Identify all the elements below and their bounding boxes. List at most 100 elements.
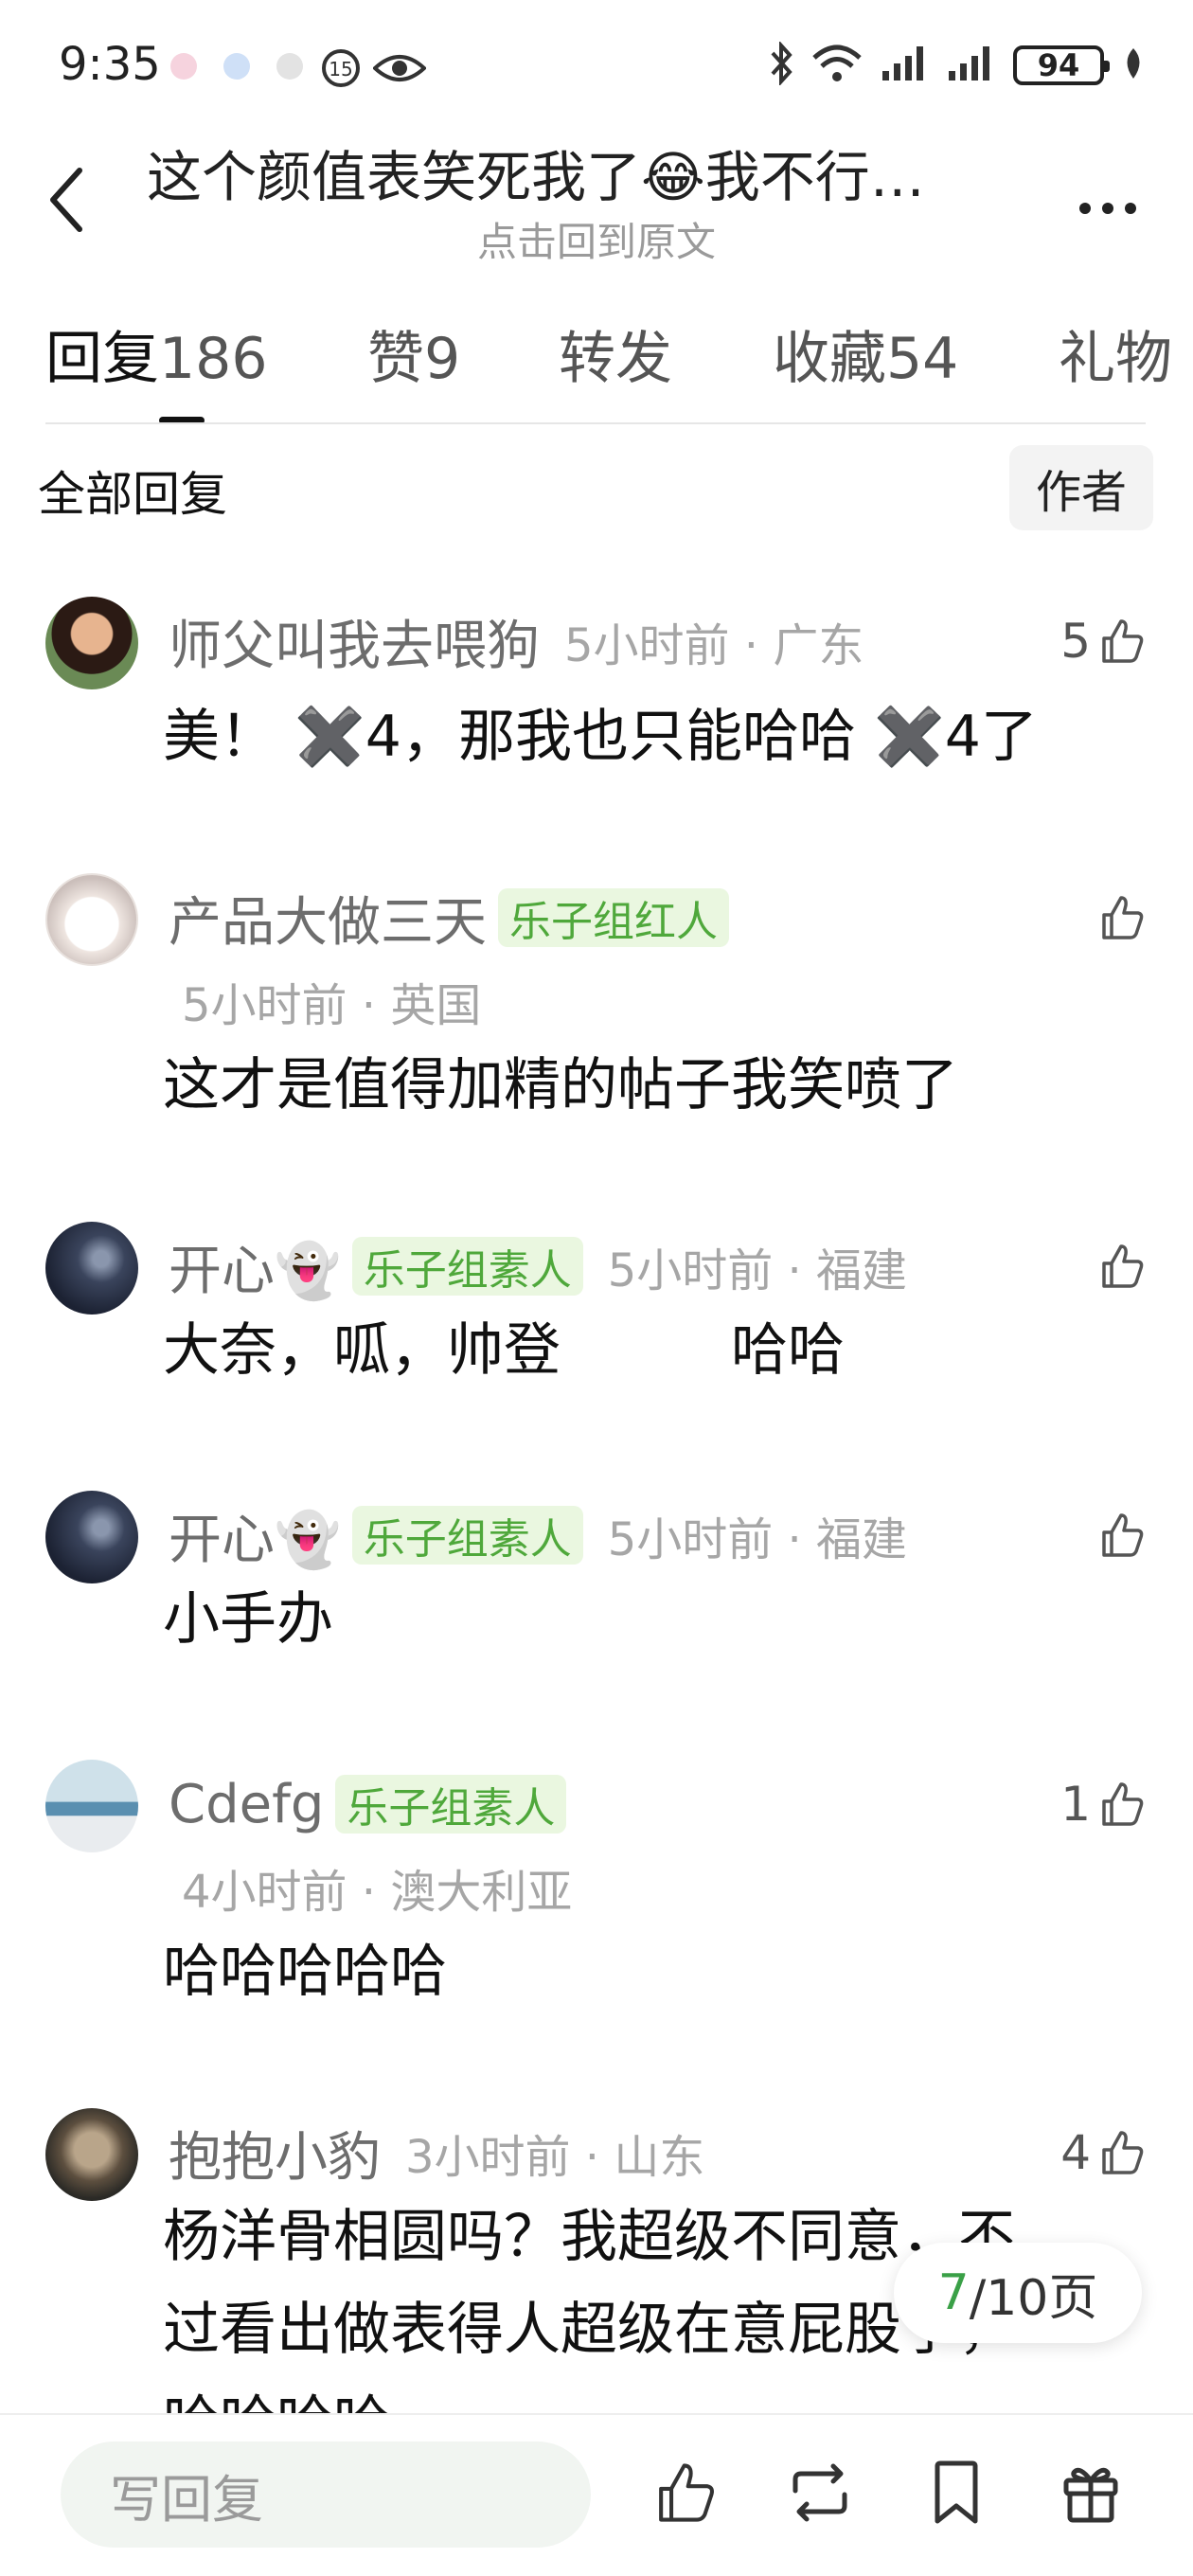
tab-count: 9 xyxy=(424,326,461,392)
tab-count: 186 xyxy=(159,326,268,392)
like-post-button[interactable] xyxy=(648,2455,723,2531)
signal-icon-1 xyxy=(881,45,930,86)
tab-count: 54 xyxy=(886,326,959,392)
username[interactable]: 师父叫我去喂狗 xyxy=(169,603,540,680)
bookmark-icon xyxy=(935,2460,978,2524)
avatar[interactable] xyxy=(45,873,138,966)
gift-button[interactable] xyxy=(1053,2455,1129,2531)
like-count: 1 xyxy=(1060,1777,1091,1832)
tab-favorites[interactable]: 收藏54 xyxy=(773,313,958,395)
more-options-button[interactable] xyxy=(1060,170,1155,246)
like-button[interactable]: 1 xyxy=(1060,1771,1146,1837)
tab-gifts[interactable]: 礼物 xyxy=(1059,313,1172,395)
tab-label: 礼物 xyxy=(1059,326,1172,392)
notification-icon-app2 xyxy=(223,53,250,80)
like-count: 5 xyxy=(1060,614,1091,669)
avatar[interactable] xyxy=(45,1491,138,1583)
status-time: 9:35 xyxy=(59,38,161,91)
svg-text:15: 15 xyxy=(329,58,352,80)
comment-header: 师父叫我去喂狗 5小时前 · 广东 xyxy=(169,608,864,677)
tab-label: 赞 xyxy=(367,326,424,392)
notification-icon-app3 xyxy=(276,53,303,80)
avatar[interactable] xyxy=(45,1222,138,1315)
thumbs-up-icon xyxy=(1102,619,1144,663)
thumbs-up-icon xyxy=(1102,1782,1144,1826)
tab-replies[interactable]: 回复186 xyxy=(45,313,268,395)
eye-icon xyxy=(372,49,427,91)
like-button[interactable] xyxy=(1098,1502,1146,1568)
dot xyxy=(1102,203,1113,214)
username[interactable]: Cdefg xyxy=(169,1774,324,1835)
tab-likes[interactable]: 赞9 xyxy=(367,313,460,395)
comment-header: 抱抱小豹 3小时前 · 山东 xyxy=(169,2120,705,2189)
top-nav: 这个颜值表笑死我了😂我不行… 点击回到原文 xyxy=(0,123,1193,275)
post-title[interactable]: 这个颜值表笑死我了😂我不行… xyxy=(147,133,999,212)
username[interactable]: 开心👻 xyxy=(169,1497,341,1574)
author-filter-button[interactable]: 作者 xyxy=(1009,445,1153,530)
like-button[interactable] xyxy=(1098,1233,1146,1299)
leaf-icon xyxy=(1121,46,1146,84)
status-right: 94 xyxy=(769,40,1146,89)
comment-header: 开心👻 乐子组素人 5小时前 · 福建 xyxy=(169,1502,908,1571)
user-badge: 乐子组素人 xyxy=(351,1237,583,1296)
notification-icon-app1 xyxy=(170,53,197,80)
comment-meta: 3小时前 · 山东 xyxy=(405,2131,705,2184)
comment-text: 大奈，呱，帅登 哈哈 xyxy=(163,1317,845,1384)
comment-text: 这才是值得加精的帖子我笑喷了 xyxy=(163,1052,958,1118)
repost-button[interactable] xyxy=(782,2455,858,2531)
comment-text: 小手办 xyxy=(163,1586,333,1653)
wifi-icon xyxy=(810,43,864,88)
comment-text: 哈哈哈哈哈 xyxy=(163,1939,447,2005)
tab-bar: 回复186 赞9 转发 收藏54 礼物 xyxy=(0,313,1193,426)
total-pages: /10页 xyxy=(969,2269,1098,2327)
tab-label: 收藏 xyxy=(773,326,886,392)
username[interactable]: 开心👻 xyxy=(169,1228,341,1305)
username[interactable]: 抱抱小豹 xyxy=(169,2115,381,2191)
thumbs-up-icon xyxy=(659,2463,715,2522)
user-badge: 乐子组素人 xyxy=(351,1506,583,1565)
comment-meta: 5小时前 · 福建 xyxy=(607,1513,908,1566)
bluetooth-icon xyxy=(769,40,793,89)
tab-label: 回复 xyxy=(45,326,159,392)
thumbs-up-icon xyxy=(1102,1244,1144,1288)
repost-icon xyxy=(792,2463,847,2522)
comment-meta: 5小时前 · 英国 xyxy=(182,979,482,1032)
thumbs-up-icon xyxy=(1102,1513,1144,1557)
page-indicator[interactable]: 7/10页 xyxy=(894,2243,1142,2343)
gift-icon xyxy=(1063,2467,1118,2523)
privacy-icon: 15 xyxy=(320,47,362,93)
back-to-post-link[interactable]: 点击回到原文 xyxy=(0,210,1193,268)
thumbs-up-icon xyxy=(1102,896,1144,939)
comment-header: Cdefg 乐子组素人 xyxy=(169,1771,567,1837)
comment-text-line1: 杨洋骨相圆吗？我超级不同意，不 xyxy=(163,2204,1015,2270)
tab-label: 转发 xyxy=(559,326,672,392)
favorite-button[interactable] xyxy=(918,2455,994,2531)
like-count: 4 xyxy=(1060,2125,1091,2180)
user-badge: 乐子组素人 xyxy=(335,1775,567,1834)
like-button[interactable]: 4 xyxy=(1060,2120,1146,2186)
battery-icon: 94 xyxy=(1013,45,1110,85)
username[interactable]: 产品大做三天 xyxy=(169,880,487,957)
signal-icon-2 xyxy=(947,45,996,86)
user-badge: 乐子组红人 xyxy=(498,888,729,947)
bottom-bar: 写回复 xyxy=(0,2413,1193,2576)
dot xyxy=(1125,203,1136,214)
comment-meta: 5小时前 · 福建 xyxy=(607,1244,908,1297)
avatar[interactable] xyxy=(45,1760,138,1852)
dot xyxy=(1079,203,1091,214)
comment-header: 产品大做三天 乐子组红人 xyxy=(169,885,729,954)
like-button[interactable]: 5 xyxy=(1060,608,1146,674)
comment-header: 开心👻 乐子组素人 5小时前 · 福建 xyxy=(169,1233,908,1302)
current-page: 7 xyxy=(937,2264,970,2321)
avatar[interactable] xyxy=(45,2108,138,2201)
tab-reposts[interactable]: 转发 xyxy=(559,313,672,395)
avatar[interactable] xyxy=(45,597,138,689)
like-button[interactable] xyxy=(1098,885,1146,951)
comment-meta: 5小时前 · 广东 xyxy=(564,619,864,672)
divider xyxy=(45,422,1146,424)
status-bar: 9:35 15 94 xyxy=(0,0,1193,133)
all-replies-label: 全部回复 xyxy=(38,467,227,522)
comment-text: 美！ ✖️4，那我也只能哈哈 ✖️4了 xyxy=(163,704,1038,770)
reply-input[interactable]: 写回复 xyxy=(61,2442,591,2548)
comment-text-line2: 过看出做表得人超级在意屁股了， xyxy=(163,2297,1015,2363)
